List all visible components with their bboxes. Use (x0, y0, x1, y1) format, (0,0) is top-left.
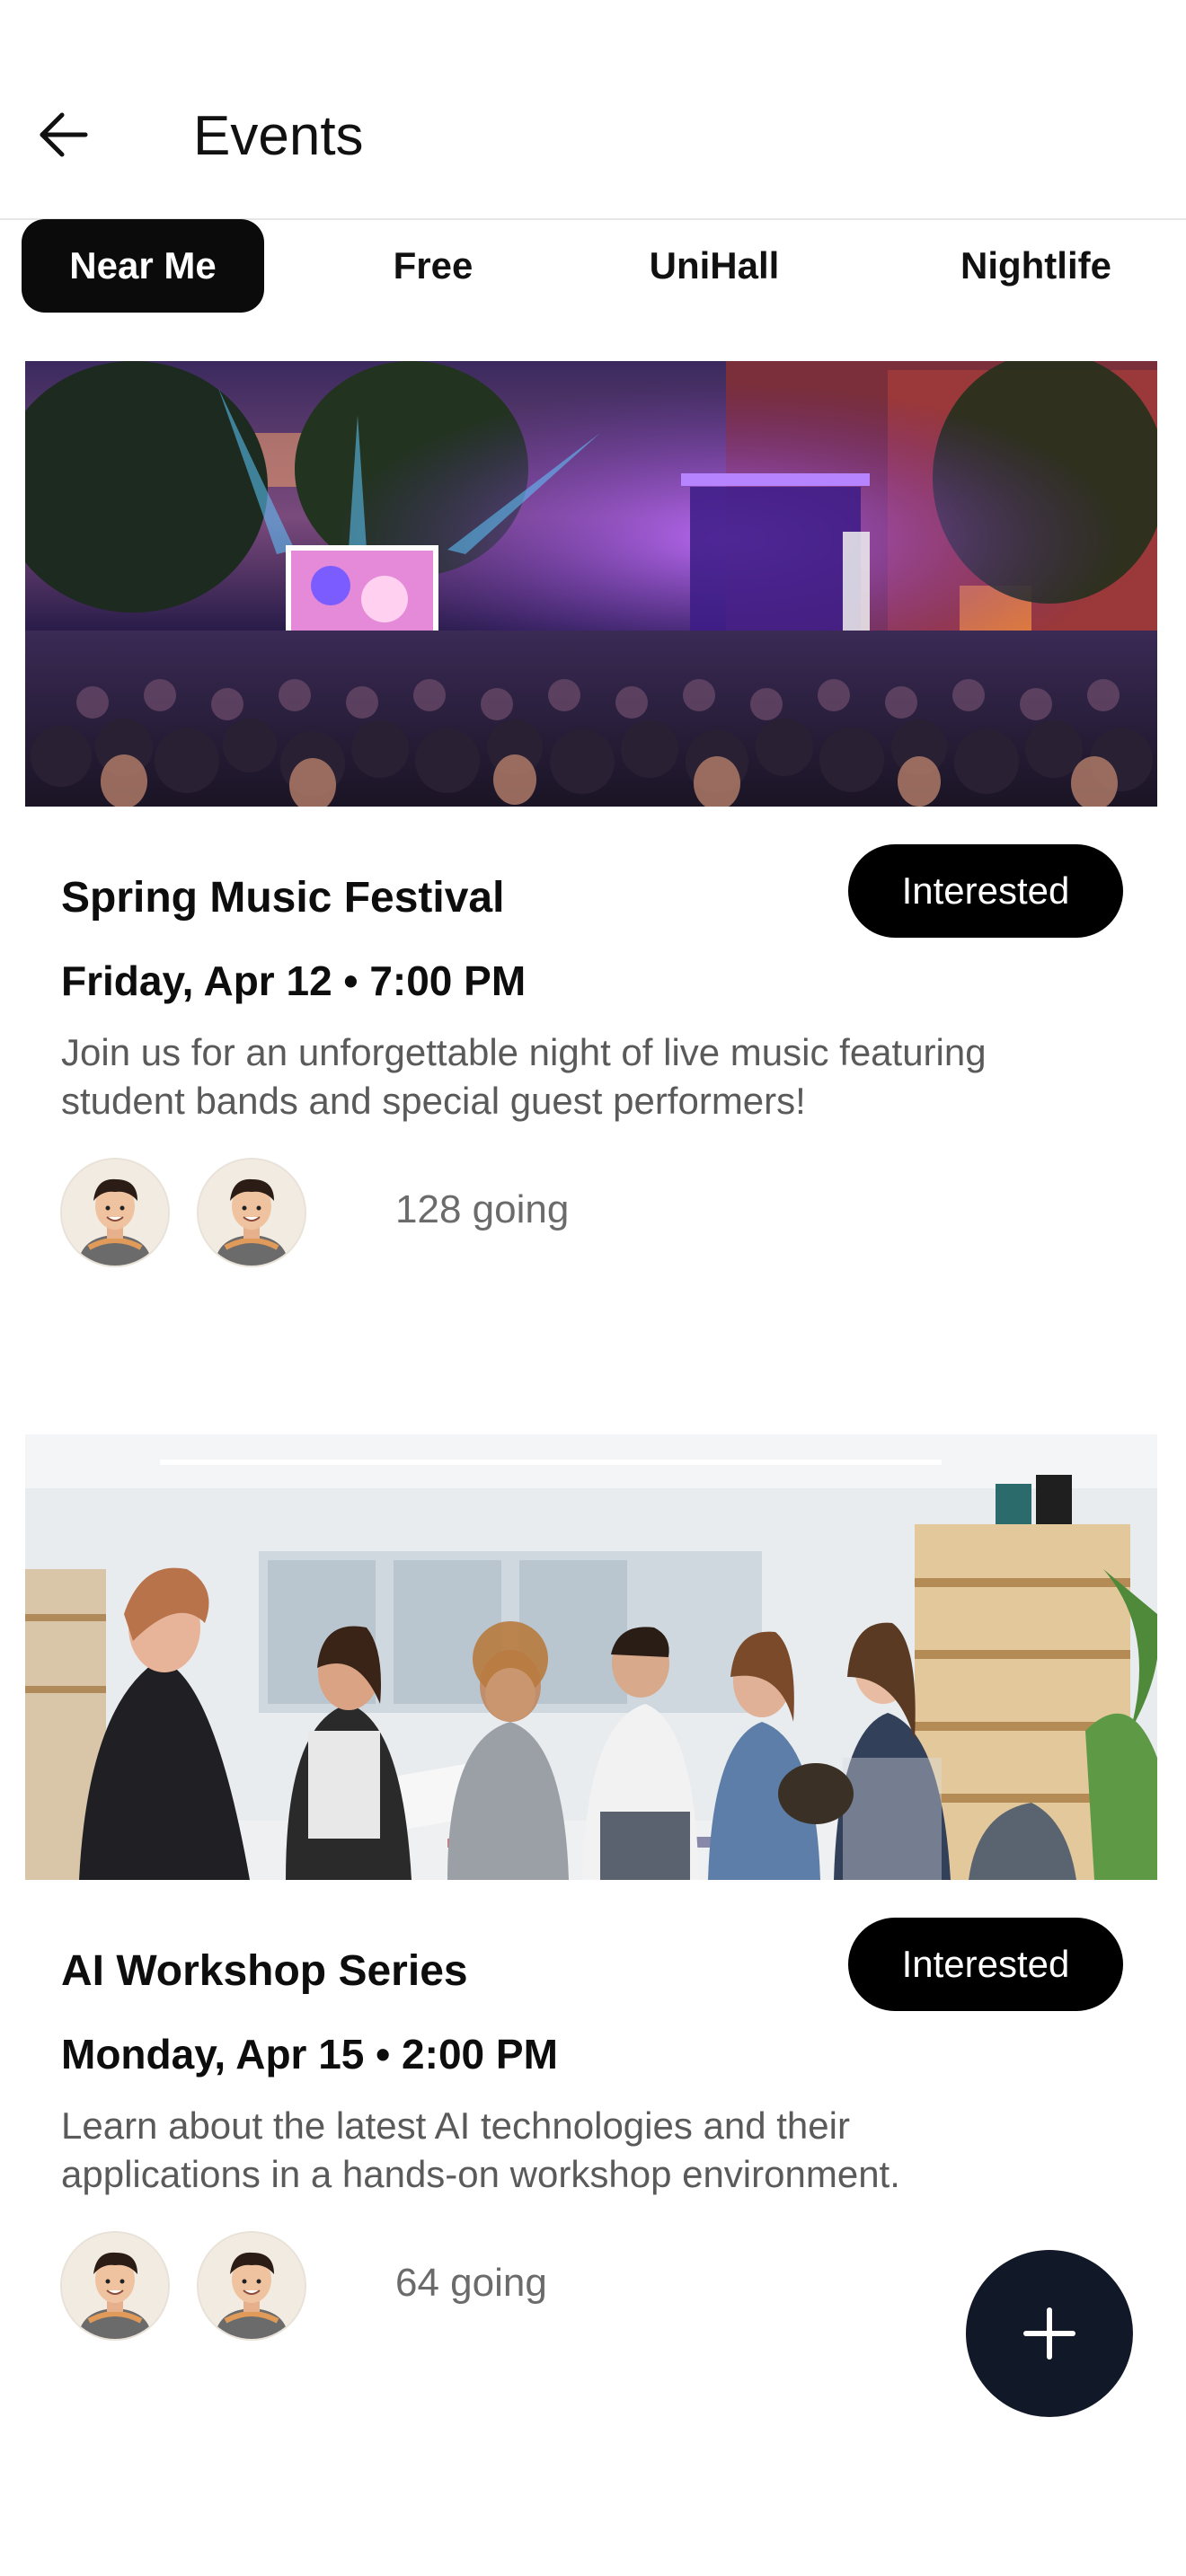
filter-chip-free[interactable]: Free (359, 219, 507, 313)
event-title: AI Workshop Series (61, 1947, 468, 1995)
add-event-button[interactable] (966, 2250, 1133, 2417)
event-card[interactable]: AI Workshop Series Interested Monday, Ap… (25, 1434, 1157, 2351)
event-title: Spring Music Festival (61, 874, 505, 922)
back-button[interactable] (32, 103, 95, 166)
avatar (197, 1158, 306, 1267)
interested-button[interactable]: Interested (848, 844, 1123, 938)
event-description: Learn about the latest AI technologies a… (61, 2102, 1139, 2199)
event-datetime: Monday, Apr 15 • 2:00 PM (61, 2031, 558, 2078)
app-header: Events (0, 0, 1186, 220)
avatar (60, 1158, 170, 1267)
event-image (25, 1434, 1157, 1880)
plus-icon (1023, 2307, 1075, 2360)
event-image (25, 361, 1157, 807)
page-title: Events (193, 105, 364, 167)
going-count: 64 going (395, 2261, 547, 2305)
event-description-line: Learn about the latest AI technologies a… (61, 2104, 850, 2147)
event-description-line: Join us for an unforgettable night of li… (61, 1031, 987, 1073)
filter-bar: Near Me Free UniHall Nightlife (0, 216, 1186, 316)
event-description-line: student bands and special guest performe… (61, 1080, 806, 1122)
arrow-left-icon (40, 112, 88, 157)
interested-button[interactable]: Interested (848, 1918, 1123, 2011)
event-card[interactable]: Spring Music Festival Interested Friday,… (25, 361, 1157, 1277)
filter-chip-near-me[interactable]: Near Me (22, 219, 264, 313)
event-datetime: Friday, Apr 12 • 7:00 PM (61, 957, 527, 1004)
event-description-line: applications in a hands-on workshop envi… (61, 2153, 900, 2195)
filter-chip-unihall[interactable]: UniHall (620, 219, 809, 313)
avatar (197, 2231, 306, 2341)
event-description: Join us for an unforgettable night of li… (61, 1028, 1139, 1125)
going-count: 128 going (395, 1187, 570, 1231)
avatar (60, 2231, 170, 2341)
filter-chip-nightlife[interactable]: Nightlife (934, 219, 1137, 313)
